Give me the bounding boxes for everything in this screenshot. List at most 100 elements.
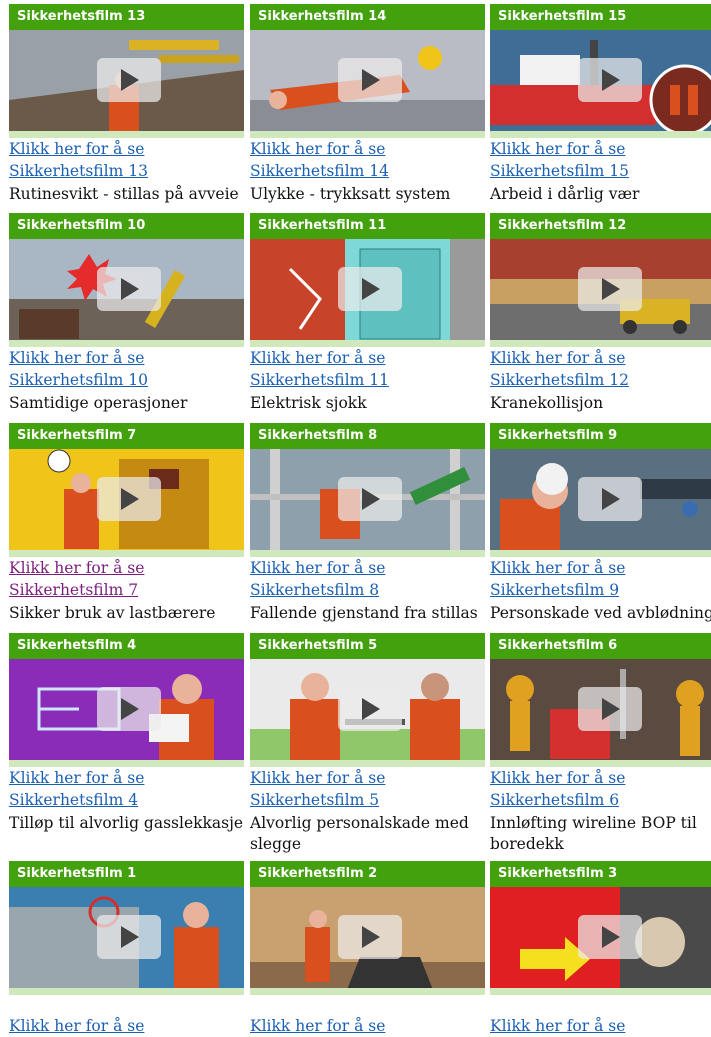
video-description: Kranekollisjon: [490, 394, 604, 412]
video-thumbnail[interactable]: Sikkerhetsfilm 8: [250, 423, 485, 557]
watch-link[interactable]: Klikk her for å se: [250, 138, 485, 160]
watch-link[interactable]: Klikk her for å se: [9, 138, 244, 160]
watch-link[interactable]: Klikk her for å se: [490, 347, 711, 369]
watch-link[interactable]: Klikk her for å se: [490, 767, 711, 789]
video-description: Innløfting wireline BOP til boredekk: [490, 814, 697, 853]
video-title: Sikkerhetsfilm 10: [9, 213, 244, 239]
thumbnail-strip: [9, 550, 244, 557]
play-icon[interactable]: [578, 915, 642, 959]
video-thumbnail[interactable]: Sikkerhetsfilm 7: [9, 423, 244, 557]
thumbnail-strip: [9, 340, 244, 347]
video-description: Elektrisk sjokk: [250, 394, 367, 412]
video-thumbnail[interactable]: Sikkerhetsfilm 2: [250, 861, 485, 995]
video-title: Sikkerhetsfilm 12: [490, 213, 711, 239]
video-cell: Sikkerhetsfilm 13 Klikk her for å se Sik…: [9, 4, 244, 205]
video-cell: Sikkerhetsfilm 5 Klikk her for å se Sikk…: [250, 633, 485, 855]
film-link[interactable]: Sikkerhetsfilm 8: [250, 579, 485, 601]
film-link[interactable]: Sikkerhetsfilm 11: [250, 369, 485, 391]
video-description: Sikker bruk av lastbærere: [9, 604, 216, 622]
play-icon[interactable]: [338, 915, 402, 959]
thumbnail-strip: [9, 131, 244, 138]
film-link[interactable]: Sikkerhetsfilm 6: [490, 789, 711, 811]
video-thumbnail[interactable]: Sikkerhetsfilm 3: [490, 861, 711, 995]
thumbnail-strip: [250, 550, 485, 557]
video-cell: Sikkerhetsfilm 10 Klikk her for å se Sik…: [9, 213, 244, 414]
watch-link[interactable]: Klikk her for å se: [250, 347, 485, 369]
play-icon[interactable]: [97, 915, 161, 959]
video-thumbnail[interactable]: Sikkerhetsfilm 12: [490, 213, 711, 347]
watch-link[interactable]: Klikk her for å se: [9, 1015, 244, 1037]
video-thumbnail[interactable]: Sikkerhetsfilm 1: [9, 861, 244, 995]
video-thumbnail[interactable]: Sikkerhetsfilm 4: [9, 633, 244, 767]
video-cell: Sikkerhetsfilm 7 Klikk her for å se Sikk…: [9, 423, 244, 624]
play-icon[interactable]: [338, 477, 402, 521]
thumbnail-strip: [490, 550, 711, 557]
watch-link[interactable]: Klikk her for å se: [9, 767, 244, 789]
video-thumbnail[interactable]: Sikkerhetsfilm 9: [490, 423, 711, 557]
watch-link[interactable]: Klikk her for å se: [490, 557, 711, 579]
video-title: Sikkerhetsfilm 9: [490, 423, 711, 449]
film-link[interactable]: Sikkerhetsfilm 5: [250, 789, 485, 811]
video-cell: Sikkerhetsfilm 1 Klikk her for å se: [9, 861, 244, 1037]
play-icon[interactable]: [97, 477, 161, 521]
video-thumbnail[interactable]: Sikkerhetsfilm 15: [490, 4, 711, 138]
video-cell: Sikkerhetsfilm 3 Klikk her for å se: [490, 861, 711, 1037]
watch-link[interactable]: Klikk her for å se: [490, 138, 711, 160]
video-cell: Sikkerhetsfilm 14 Klikk her for å se Sik…: [250, 4, 485, 205]
video-description: Rutinesvikt - stillas på avveie: [9, 185, 239, 203]
video-thumbnail[interactable]: Sikkerhetsfilm 11: [250, 213, 485, 347]
play-icon[interactable]: [578, 267, 642, 311]
film-link[interactable]: Sikkerhetsfilm 10: [9, 369, 244, 391]
watch-link[interactable]: Klikk her for å se: [9, 557, 244, 579]
thumbnail-strip: [490, 988, 711, 995]
watch-link[interactable]: Klikk her for å se: [250, 767, 485, 789]
play-icon[interactable]: [338, 58, 402, 102]
film-link[interactable]: Sikkerhetsfilm 4: [9, 789, 244, 811]
film-link[interactable]: Sikkerhetsfilm 13: [9, 160, 244, 182]
play-icon[interactable]: [578, 477, 642, 521]
film-link[interactable]: Sikkerhetsfilm 9: [490, 579, 711, 601]
play-icon[interactable]: [338, 267, 402, 311]
watch-link[interactable]: Klikk her for å se: [490, 1015, 711, 1037]
play-icon[interactable]: [97, 267, 161, 311]
video-title: Sikkerhetsfilm 13: [9, 4, 244, 30]
video-title: Sikkerhetsfilm 11: [250, 213, 485, 239]
video-description: Alvorlig personalskade med slegge: [250, 814, 469, 853]
video-title: Sikkerhetsfilm 2: [250, 861, 485, 887]
play-icon[interactable]: [97, 58, 161, 102]
video-thumbnail[interactable]: Sikkerhetsfilm 14: [250, 4, 485, 138]
video-title: Sikkerhetsfilm 4: [9, 633, 244, 659]
video-description: Arbeid i dårlig vær: [490, 185, 640, 203]
video-title: Sikkerhetsfilm 3: [490, 861, 711, 887]
play-icon[interactable]: [97, 687, 161, 731]
video-title: Sikkerhetsfilm 7: [9, 423, 244, 449]
video-thumbnail[interactable]: Sikkerhetsfilm 6: [490, 633, 711, 767]
thumbnail-strip: [9, 988, 244, 995]
play-icon[interactable]: [338, 687, 402, 731]
video-thumbnail[interactable]: Sikkerhetsfilm 5: [250, 633, 485, 767]
video-title: Sikkerhetsfilm 8: [250, 423, 485, 449]
video-title: Sikkerhetsfilm 1: [9, 861, 244, 887]
watch-link[interactable]: Klikk her for å se: [9, 347, 244, 369]
video-cell: Sikkerhetsfilm 6 Klikk her for å se Sikk…: [490, 633, 711, 855]
watch-link[interactable]: Klikk her for å se: [250, 1015, 485, 1037]
video-cell: Sikkerhetsfilm 8 Klikk her for å se Sikk…: [250, 423, 485, 624]
play-icon[interactable]: [578, 58, 642, 102]
thumbnail-strip: [250, 988, 485, 995]
video-title: Sikkerhetsfilm 15: [490, 4, 711, 30]
video-description: Tilløp til alvorlig gasslekkasje: [9, 814, 244, 832]
film-link[interactable]: Sikkerhetsfilm 7: [9, 579, 244, 601]
film-link[interactable]: Sikkerhetsfilm 14: [250, 160, 485, 182]
video-cell: Sikkerhetsfilm 12 Klikk her for å se Sik…: [490, 213, 711, 414]
film-link[interactable]: Sikkerhetsfilm 15: [490, 160, 711, 182]
video-thumbnail[interactable]: Sikkerhetsfilm 13: [9, 4, 244, 138]
thumbnail-strip: [9, 760, 244, 767]
film-link[interactable]: Sikkerhetsfilm 12: [490, 369, 711, 391]
play-icon[interactable]: [578, 687, 642, 731]
video-cell: Sikkerhetsfilm 2 Klikk her for å se: [250, 861, 485, 1037]
video-title: Sikkerhetsfilm 6: [490, 633, 711, 659]
video-thumbnail[interactable]: Sikkerhetsfilm 10: [9, 213, 244, 347]
video-cell: Sikkerhetsfilm 11 Klikk her for å se Sik…: [250, 213, 485, 414]
watch-link[interactable]: Klikk her for å se: [250, 557, 485, 579]
thumbnail-strip: [250, 760, 485, 767]
